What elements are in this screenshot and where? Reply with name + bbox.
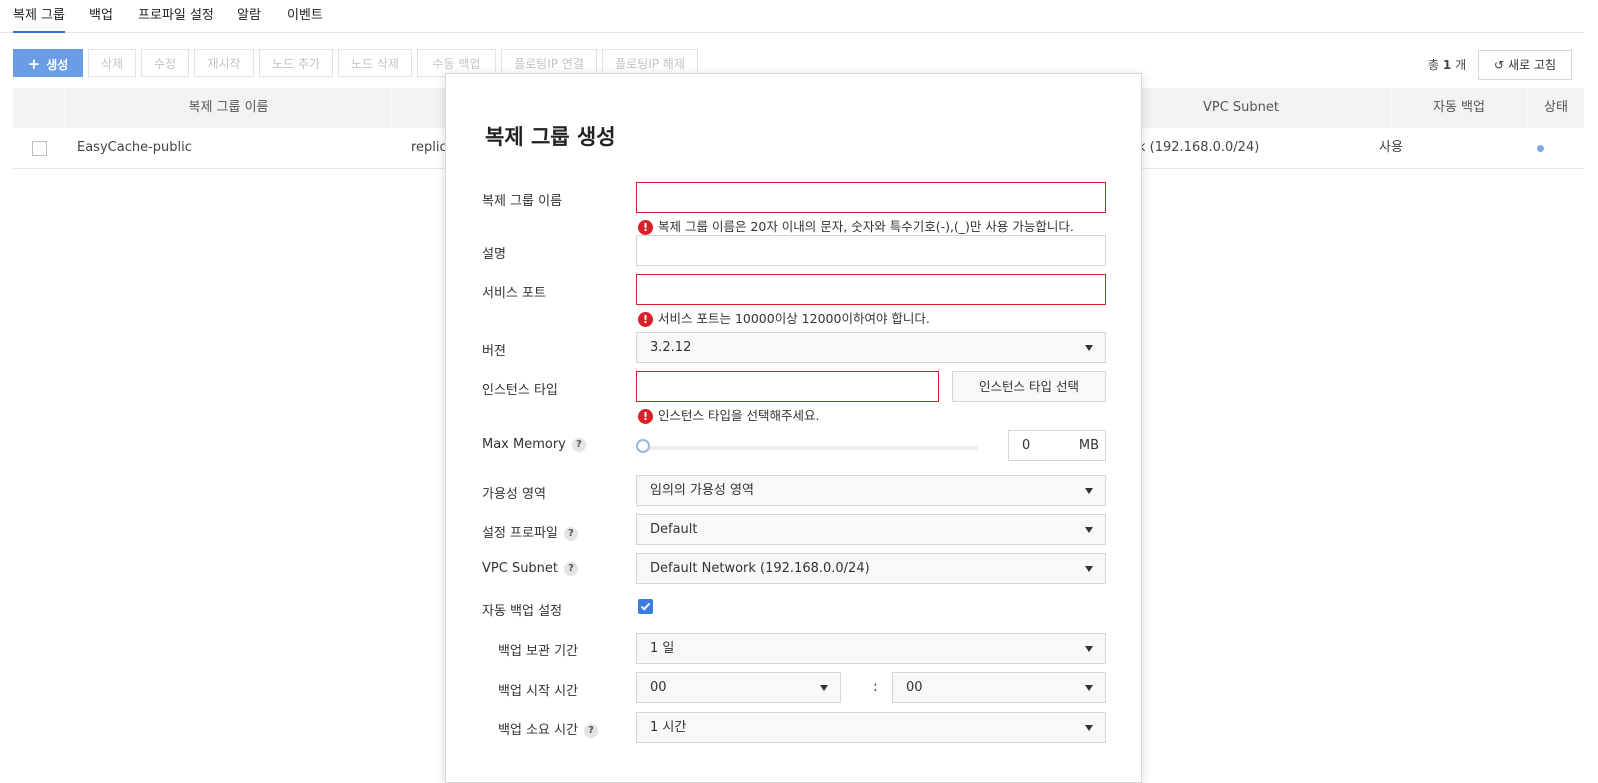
max-memory-label-text: Max Memory xyxy=(482,437,566,452)
group-name-error-text: 복제 그룹 이름은 20자 이내의 문자, 숫자와 특수기호(-),(_)만 사… xyxy=(658,219,1074,234)
chevron-down-icon xyxy=(820,685,828,691)
tab-event[interactable]: 이벤트 xyxy=(287,4,323,31)
chevron-down-icon xyxy=(1085,488,1093,494)
help-icon[interactable]: ? xyxy=(571,437,586,452)
config-profile-select[interactable]: Default xyxy=(636,514,1106,545)
chevron-down-icon xyxy=(1085,685,1093,691)
group-name-input[interactable] xyxy=(636,182,1106,213)
max-memory-value: 0 xyxy=(1022,438,1031,453)
availability-zone-select[interactable]: 임의의 가용성 영역 xyxy=(636,475,1106,506)
group-name-error: ! 복제 그룹 이름은 20자 이내의 문자, 숫자와 특수기호(-),(_)만 … xyxy=(638,216,1074,235)
dialog-title: 복제 그룹 생성 xyxy=(485,125,616,149)
backup-retention-label: 백업 보관 기간 xyxy=(498,644,579,659)
max-memory-unit: MB xyxy=(1078,438,1099,453)
help-icon[interactable]: ? xyxy=(563,526,578,541)
tab-profile-settings[interactable]: 프로파일 설정 xyxy=(138,4,214,31)
create-button-label: 생성 xyxy=(46,58,69,72)
description-input[interactable] xyxy=(636,235,1106,266)
vpc-subnet-label: VPC Subnet? xyxy=(482,561,579,576)
backup-start-minute-select[interactable]: 00 xyxy=(892,672,1106,703)
backup-start-time-label: 백업 시작 시간 xyxy=(498,684,579,699)
column-status[interactable]: 상태 xyxy=(1526,88,1585,128)
refresh-label: 새로 고침 xyxy=(1508,58,1557,72)
config-profile-value: Default xyxy=(650,522,698,537)
refresh-icon: ↺ xyxy=(1493,58,1505,72)
delete-button[interactable]: 삭제 xyxy=(88,49,136,77)
error-icon: ! xyxy=(638,312,653,327)
row-vpc-subnet: k (192.168.0.0/24) xyxy=(1138,140,1260,155)
tab-replication-group[interactable]: 복제 그룹 xyxy=(13,4,65,33)
row-checkbox[interactable] xyxy=(32,141,47,156)
vpc-subnet-label-text: VPC Subnet xyxy=(482,561,559,576)
config-profile-label: 설정 프로파일? xyxy=(482,522,578,541)
max-memory-label: Max Memory? xyxy=(482,437,586,452)
version-value: 3.2.12 xyxy=(650,340,692,355)
refresh-button[interactable]: ↺ 새로 고침 xyxy=(1478,50,1572,80)
availability-zone-label: 가용성 영역 xyxy=(482,487,546,502)
column-group-name[interactable]: 복제 그룹 이름 xyxy=(65,88,391,128)
service-port-label: 서비스 포트 xyxy=(482,286,546,301)
create-button[interactable]: + 생성 xyxy=(13,49,83,77)
restart-button[interactable]: 재시작 xyxy=(194,49,254,77)
backup-start-minute-value: 00 xyxy=(906,680,923,695)
backup-duration-select[interactable]: 1 시간 xyxy=(636,712,1106,743)
chevron-down-icon xyxy=(1085,566,1093,572)
group-name-label: 복제 그룹 이름 xyxy=(482,194,563,209)
edit-button[interactable]: 수정 xyxy=(141,49,189,77)
max-memory-slider[interactable] xyxy=(642,446,978,450)
tab-bar: 복제 그룹 백업 프로파일 설정 알람 이벤트 xyxy=(0,0,1584,33)
chevron-down-icon xyxy=(1085,527,1093,533)
backup-start-hour-value: 00 xyxy=(650,680,667,695)
backup-start-hour-select[interactable]: 00 xyxy=(636,672,841,703)
chevron-down-icon xyxy=(1085,646,1093,652)
total-prefix: 총 xyxy=(1428,58,1440,72)
backup-duration-label: 백업 소요 시간? xyxy=(498,719,599,738)
instance-type-error: ! 인스턴스 타입을 선택해주세요. xyxy=(638,405,819,424)
delete-node-button[interactable]: 노드 삭제 xyxy=(338,49,412,77)
select-all-column xyxy=(13,88,65,128)
max-memory-input[interactable]: 0 MB xyxy=(1008,430,1106,461)
config-profile-label-text: 설정 프로파일 xyxy=(482,526,558,541)
error-icon: ! xyxy=(638,220,653,235)
checkmark-icon xyxy=(640,602,651,611)
row-group-name[interactable]: EasyCache-public xyxy=(77,128,192,168)
availability-zone-value: 임의의 가용성 영역 xyxy=(650,483,754,498)
select-instance-type-button[interactable]: 인스턴스 타입 선택 xyxy=(952,371,1106,402)
total-count: 총 1 개 xyxy=(1428,56,1466,73)
create-replication-group-dialog: 복제 그룹 생성 복제 그룹 이름 ! 복제 그룹 이름은 20자 이내의 문자,… xyxy=(445,73,1142,783)
chevron-down-icon xyxy=(1085,345,1093,351)
version-label: 버젼 xyxy=(482,344,506,359)
error-icon: ! xyxy=(638,409,653,424)
auto-backup-checkbox[interactable] xyxy=(638,599,653,614)
chevron-down-icon xyxy=(1085,725,1093,731)
vpc-subnet-select[interactable]: Default Network (192.168.0.0/24) xyxy=(636,553,1106,584)
max-memory-slider-handle[interactable] xyxy=(636,439,650,453)
auto-backup-label: 자동 백업 설정 xyxy=(482,604,563,619)
help-icon[interactable]: ? xyxy=(564,561,579,576)
plus-icon: + xyxy=(27,55,41,73)
status-dot xyxy=(1537,145,1544,152)
tab-backup[interactable]: 백업 xyxy=(89,4,113,31)
total-number: 1 xyxy=(1442,58,1452,72)
backup-retention-select[interactable]: 1 일 xyxy=(636,633,1106,664)
column-auto-backup[interactable]: 자동 백업 xyxy=(1390,88,1527,128)
backup-retention-value: 1 일 xyxy=(650,641,675,656)
add-node-button[interactable]: 노드 추가 xyxy=(259,49,333,77)
help-icon[interactable]: ? xyxy=(584,723,599,738)
instance-type-label: 인스턴스 타입 xyxy=(482,383,558,398)
total-suffix: 개 xyxy=(1455,58,1467,72)
description-label: 설명 xyxy=(482,247,506,262)
service-port-input[interactable] xyxy=(636,274,1106,305)
tab-alarm[interactable]: 알람 xyxy=(237,4,261,31)
service-port-error: ! 서비스 포트는 10000이상 12000이하여야 합니다. xyxy=(638,308,930,327)
service-port-error-text: 서비스 포트는 10000이상 12000이하여야 합니다. xyxy=(658,311,930,326)
instance-type-error-text: 인스턴스 타입을 선택해주세요. xyxy=(658,408,820,423)
instance-type-input[interactable] xyxy=(636,371,939,402)
time-separator: : xyxy=(873,679,878,695)
vpc-subnet-value: Default Network (192.168.0.0/24) xyxy=(650,561,870,576)
backup-duration-value: 1 시간 xyxy=(650,720,687,735)
backup-duration-label-text: 백업 소요 시간 xyxy=(498,723,579,738)
row-auto-backup: 사용 xyxy=(1379,140,1403,155)
version-select[interactable]: 3.2.12 xyxy=(636,332,1106,363)
